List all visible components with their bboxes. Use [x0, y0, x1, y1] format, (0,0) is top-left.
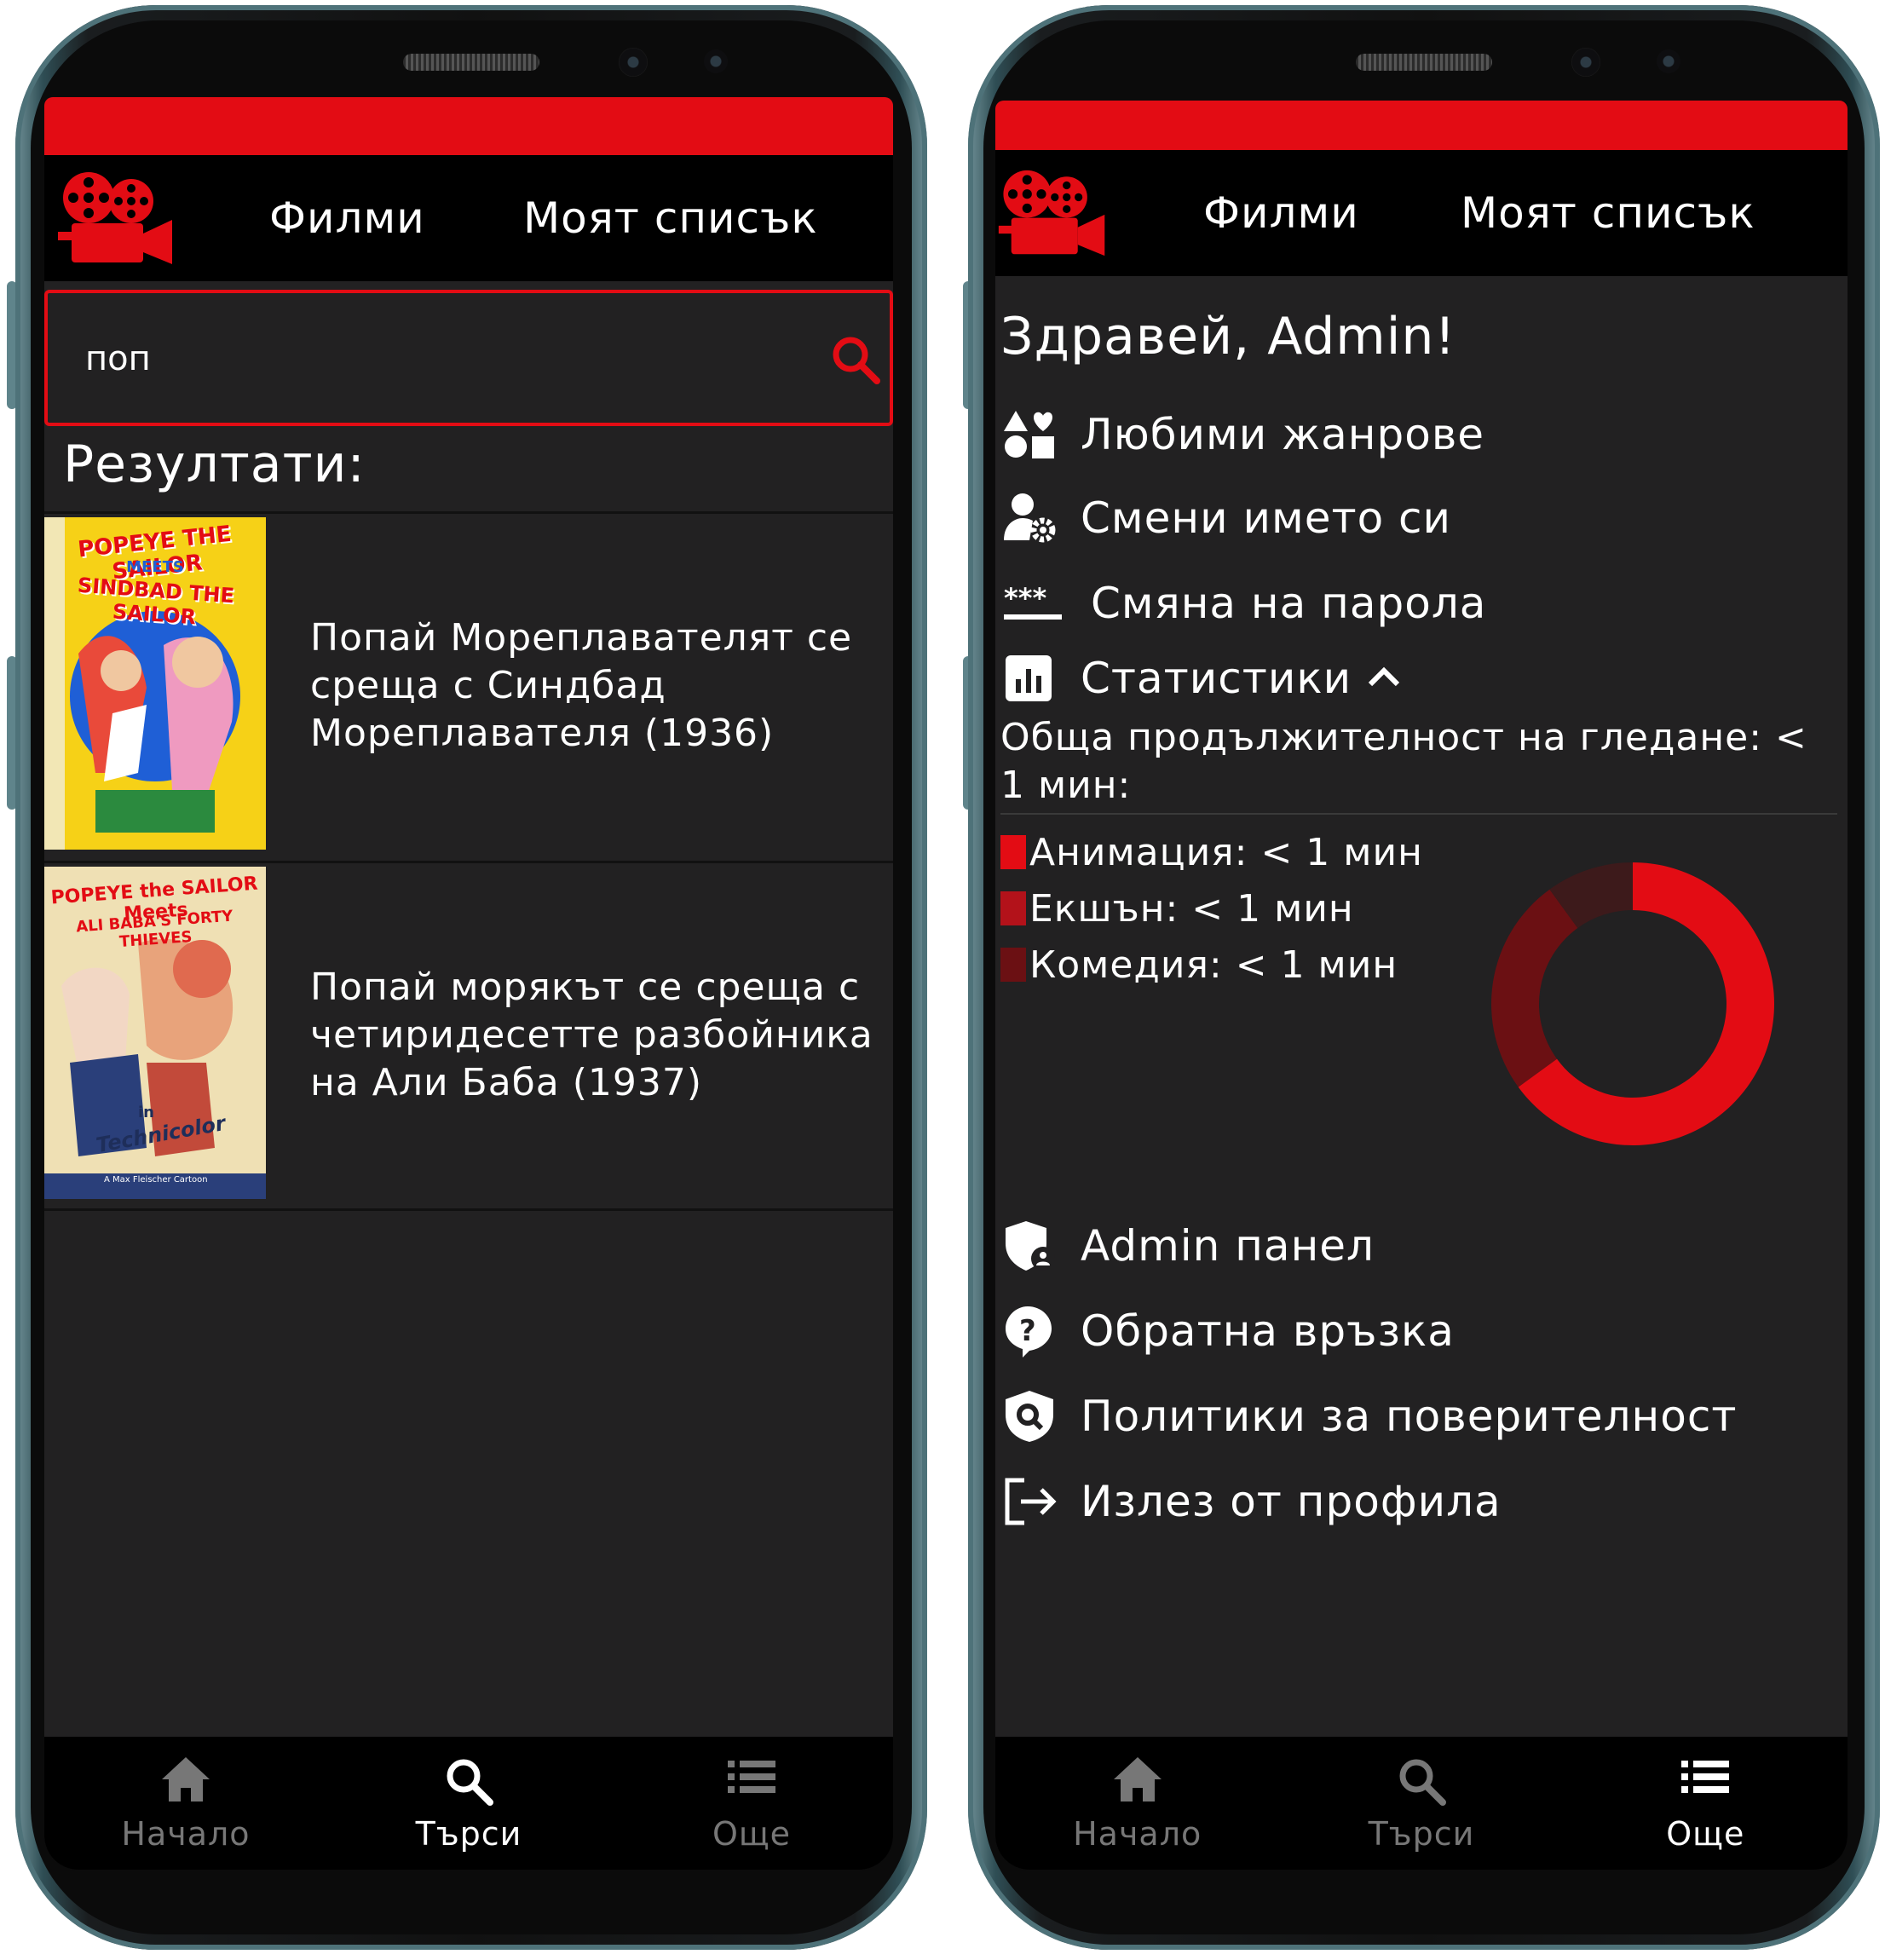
- menu-change-name[interactable]: Смени името си: [1004, 484, 1451, 552]
- movie-poster[interactable]: POPEYE THE SAILOR MEETS SINDBAD THE SAIL…: [44, 517, 266, 850]
- front-camera: [619, 48, 648, 77]
- donut-slice-Екшън: [1491, 889, 1578, 1087]
- menu-logout[interactable]: Излез от профила: [1004, 1467, 1502, 1536]
- bottom-nav-label: Търси: [1368, 1815, 1475, 1853]
- earpiece-speaker: [1356, 54, 1492, 71]
- nav-my-list[interactable]: Моят списък: [1461, 150, 1755, 276]
- result-title[interactable]: Попай морякът се среща с четиридесетте р…: [310, 964, 883, 1107]
- menu-admin-panel[interactable]: Admin панел: [1004, 1212, 1375, 1280]
- legend-label: Комедия: < 1 мин: [1029, 943, 1398, 987]
- genre-donut-chart: [1491, 862, 1774, 1145]
- menu-privacy[interactable]: Политики за поверителност: [1004, 1382, 1737, 1450]
- bottom-nav-search[interactable]: Търси: [1279, 1737, 1563, 1870]
- movie-poster[interactable]: POPEYE the SAILOR Meets ALI BABA'S FORTY…: [44, 867, 266, 1199]
- list-divider: [44, 1208, 893, 1211]
- search-box[interactable]: [44, 290, 893, 426]
- greeting: Здравей, Admin!: [1000, 307, 1456, 366]
- results-heading: Резултати:: [63, 435, 366, 494]
- menu-favorite-genres[interactable]: Любими жанрове: [1004, 401, 1484, 469]
- menu-label: Смени името си: [1081, 493, 1452, 543]
- bottom-nav-home[interactable]: Начало: [44, 1737, 327, 1870]
- result-item[interactable]: POPEYE the SAILOR Meets ALI BABA'S FORTY…: [44, 861, 893, 1204]
- legend-swatch: [1000, 835, 1026, 869]
- app-header: Филми Моят списък: [44, 155, 893, 281]
- status-bar: [44, 97, 893, 155]
- sensor: [1657, 49, 1680, 73]
- menu-label: Политики за поверителност: [1081, 1392, 1738, 1441]
- home-icon: [1112, 1755, 1163, 1807]
- bottom-nav-label: Още: [712, 1815, 792, 1853]
- svg-text:***: ***: [1004, 582, 1046, 614]
- total-watch-time: Обща продължителност на гледане: < 1 мин…: [1000, 716, 1807, 807]
- menu-label: Излез от профила: [1081, 1477, 1502, 1526]
- home-icon: [160, 1755, 211, 1807]
- bottom-nav-more[interactable]: Още: [1564, 1737, 1848, 1870]
- nav-films[interactable]: Филми: [1203, 150, 1359, 276]
- left-screen: Филми Моят списък Резултати:: [44, 97, 893, 1870]
- stats-divider: [1000, 813, 1837, 815]
- legend-swatch: [1000, 948, 1026, 982]
- camera-logo-icon[interactable]: [56, 170, 176, 269]
- question-icon: ?: [1004, 1304, 1064, 1358]
- sensor: [704, 49, 728, 73]
- legend-item: Анимация: < 1 мин: [1000, 828, 1423, 876]
- user-cog-icon: [1004, 491, 1064, 545]
- phone-frame-right: Филми Моят списък Здравей, Admin! Любими…: [968, 5, 1880, 1950]
- chart-icon: [1004, 651, 1064, 706]
- menu-change-password[interactable]: *** Смяна на парола: [1004, 569, 1486, 637]
- bottom-nav-more[interactable]: Още: [610, 1737, 893, 1870]
- password-icon: ***: [1004, 576, 1064, 631]
- menu-statistics[interactable]: Статистики: [1004, 644, 1401, 712]
- poster-text-credit: A Max Fleischer Cartoon: [104, 1175, 208, 1185]
- shapes-icon: [1004, 407, 1064, 462]
- search-input[interactable]: [84, 332, 769, 385]
- camera-logo-icon[interactable]: [997, 165, 1108, 264]
- menu-feedback[interactable]: ? Обратна връзка: [1004, 1297, 1455, 1365]
- shield-search-icon: [1004, 1389, 1064, 1444]
- nav-my-list[interactable]: Моят списък: [523, 155, 818, 281]
- legend-swatch: [1000, 891, 1026, 925]
- bottom-nav-label: Начало: [1073, 1815, 1202, 1853]
- earpiece-speaker: [403, 54, 539, 71]
- result-item[interactable]: POPEYE THE SAILOR MEETS SINDBAD THE SAIL…: [44, 511, 893, 855]
- poster-text-in: in: [138, 1104, 154, 1121]
- search-icon[interactable]: [830, 334, 881, 389]
- menu-label: Обратна връзка: [1081, 1306, 1455, 1356]
- menu-label: Смяна на парола: [1091, 579, 1487, 628]
- legend-item: Екшън: < 1 мин: [1000, 885, 1354, 932]
- list-icon: [1680, 1755, 1731, 1801]
- result-title[interactable]: Попай Мореплавателят се среща с Синдбад …: [310, 614, 883, 758]
- menu-label: Admin панел: [1081, 1221, 1375, 1271]
- bottom-nav: Начало Търси Още: [44, 1737, 893, 1870]
- svg-text:?: ?: [1019, 1314, 1036, 1348]
- menu-label: Статистики: [1081, 654, 1352, 703]
- bottom-nav: Начало Търси Още: [995, 1737, 1848, 1870]
- right-screen: Филми Моят списък Здравей, Admin! Любими…: [995, 101, 1848, 1870]
- legend-label: Анимация: < 1 мин: [1029, 830, 1423, 874]
- bottom-nav-label: Начало: [121, 1815, 251, 1853]
- admin-shield-icon: [1004, 1219, 1064, 1273]
- bottom-nav-search[interactable]: Търси: [327, 1737, 610, 1870]
- menu-label: Любими жанрове: [1081, 410, 1485, 459]
- phone-frame-left: Филми Моят списък Резултати:: [15, 5, 927, 1950]
- bottom-nav-label: Търси: [415, 1815, 522, 1853]
- logout-icon: [1004, 1474, 1064, 1529]
- legend-label: Екшън: < 1 мин: [1029, 886, 1354, 931]
- app-header: Филми Моят списък: [995, 150, 1848, 276]
- front-camera: [1571, 48, 1600, 77]
- bottom-nav-home[interactable]: Начало: [995, 1737, 1279, 1870]
- legend-item: Комедия: < 1 мин: [1000, 941, 1398, 989]
- chevron-up-icon[interactable]: [1367, 664, 1401, 693]
- search-icon: [1396, 1755, 1447, 1810]
- bottom-nav-label: Още: [1666, 1815, 1745, 1853]
- nav-films[interactable]: Филми: [269, 155, 425, 281]
- poster-text-meets: MEETS: [126, 558, 184, 576]
- list-icon: [726, 1755, 777, 1801]
- search-icon: [443, 1755, 494, 1810]
